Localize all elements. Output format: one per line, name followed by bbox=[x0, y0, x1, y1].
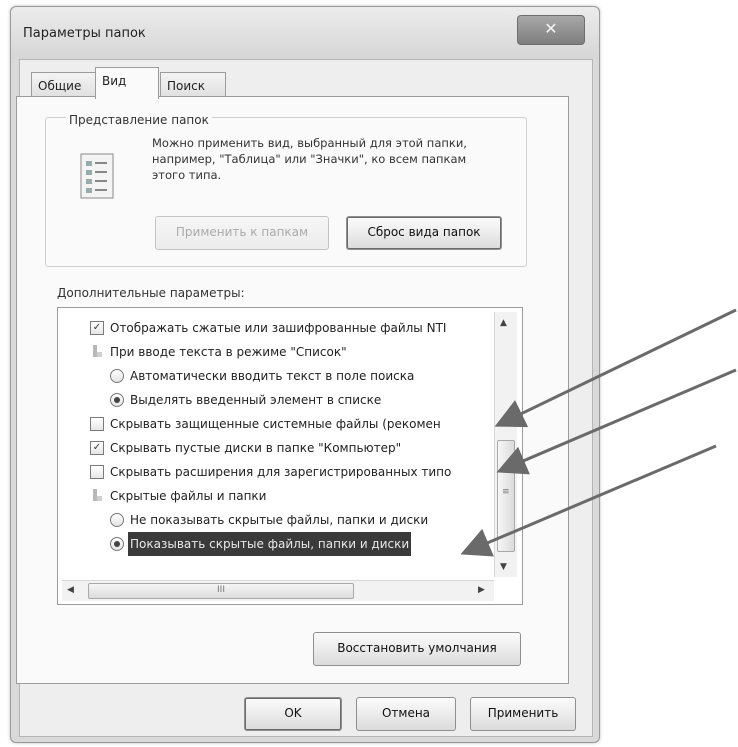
folder-icon bbox=[93, 345, 102, 357]
tab-view[interactable]: Вид bbox=[95, 67, 159, 99]
radio-dot bbox=[114, 541, 120, 547]
list-item-selected[interactable]: Показывать скрытые файлы, папки и диски bbox=[58, 532, 494, 556]
list-item[interactable]: Выделять введенный элемент в списке bbox=[58, 388, 494, 412]
radio-button[interactable] bbox=[110, 393, 124, 407]
radio-button[interactable] bbox=[110, 537, 124, 551]
folder-icon bbox=[93, 489, 102, 501]
list-item[interactable]: ✓ Скрывать пустые диски в папке "Компьют… bbox=[58, 436, 494, 460]
list-item-label: Выделять введенный элемент в списке bbox=[130, 393, 382, 407]
list-item-label: При вводе текста в режиме "Список" bbox=[110, 345, 347, 359]
folder-views-label: Представление папок bbox=[66, 113, 212, 127]
scroll-left-arrow-icon[interactable]: ◀ bbox=[67, 585, 74, 595]
list-item-label: Автоматически вводить текст в поле поиск… bbox=[130, 369, 415, 383]
advanced-settings-label: Дополнительные параметры: bbox=[57, 286, 245, 300]
list-item-label: Показывать скрытые файлы, папки и диски bbox=[128, 532, 412, 556]
list-item-label: Скрывать защищенные системные файлы (рек… bbox=[110, 417, 441, 431]
radio-button[interactable] bbox=[110, 369, 124, 383]
vertical-scroll-thumb[interactable]: ≡ bbox=[497, 440, 515, 552]
list-item[interactable]: Не показывать скрытые файлы, папки и дис… bbox=[58, 508, 494, 532]
list-item[interactable]: ✓ Отображать сжатые или зашифрованные фа… bbox=[58, 316, 494, 340]
apply-button[interactable]: Применить bbox=[470, 697, 576, 731]
scroll-grip-icon: ≡ bbox=[502, 487, 510, 497]
list-item[interactable]: Скрывать расширения для зарегистрированн… bbox=[58, 460, 494, 484]
list-item-label: Скрывать пустые диски в папке "Компьютер… bbox=[110, 441, 402, 455]
list-item: Скрытые файлы и папки bbox=[58, 484, 494, 508]
list-item-label: Скрытые файлы и папки bbox=[110, 489, 267, 503]
reset-folders-button[interactable]: Сброс вида папок bbox=[346, 216, 502, 250]
list-item-label: Отображать сжатые или зашифрованные файл… bbox=[110, 321, 447, 335]
restore-defaults-button[interactable]: Восстановить умолчания bbox=[313, 632, 521, 666]
close-button[interactable]: ✕ bbox=[517, 15, 585, 45]
list-item-label: Скрывать расширения для зарегистрированн… bbox=[110, 465, 452, 479]
title-bar[interactable]: Параметры папок ✕ bbox=[11, 7, 599, 59]
list-item-label: Не показывать скрытые файлы, папки и дис… bbox=[130, 513, 429, 527]
folder-view-icon bbox=[80, 153, 114, 199]
scroll-up-arrow-icon[interactable]: ▲ bbox=[500, 318, 507, 328]
window-title: Параметры папок bbox=[23, 26, 146, 41]
tab-search[interactable]: Поиск bbox=[160, 72, 226, 99]
scroll-right-arrow-icon[interactable]: ▶ bbox=[478, 585, 485, 595]
cancel-button[interactable]: Отмена bbox=[356, 697, 456, 731]
radio-dot bbox=[114, 397, 120, 403]
list-item: При вводе текста в режиме "Список" bbox=[58, 340, 494, 364]
checkbox[interactable] bbox=[90, 417, 104, 431]
checkbox[interactable]: ✓ bbox=[90, 441, 104, 455]
radio-button[interactable] bbox=[110, 513, 124, 527]
scroll-down-arrow-icon[interactable]: ▼ bbox=[500, 562, 507, 572]
advanced-settings-list[interactable]: ✓ Отображать сжатые или зашифрованные фа… bbox=[57, 307, 523, 605]
checkbox[interactable]: ✓ bbox=[90, 321, 104, 335]
checkbox[interactable] bbox=[90, 465, 104, 479]
folder-views-description: Можно применить вид, выбранный для этой … bbox=[152, 136, 467, 182]
horizontal-scroll-thumb[interactable]: III bbox=[88, 583, 354, 599]
list-item[interactable]: Скрывать защищенные системные файлы (рек… bbox=[58, 412, 494, 436]
ok-button[interactable]: OK bbox=[244, 697, 342, 731]
apply-to-folders-button[interactable]: Применить к папкам bbox=[155, 216, 329, 250]
list-item[interactable]: Автоматически вводить текст в поле поиск… bbox=[58, 364, 494, 388]
tab-general[interactable]: Общие bbox=[31, 72, 97, 99]
